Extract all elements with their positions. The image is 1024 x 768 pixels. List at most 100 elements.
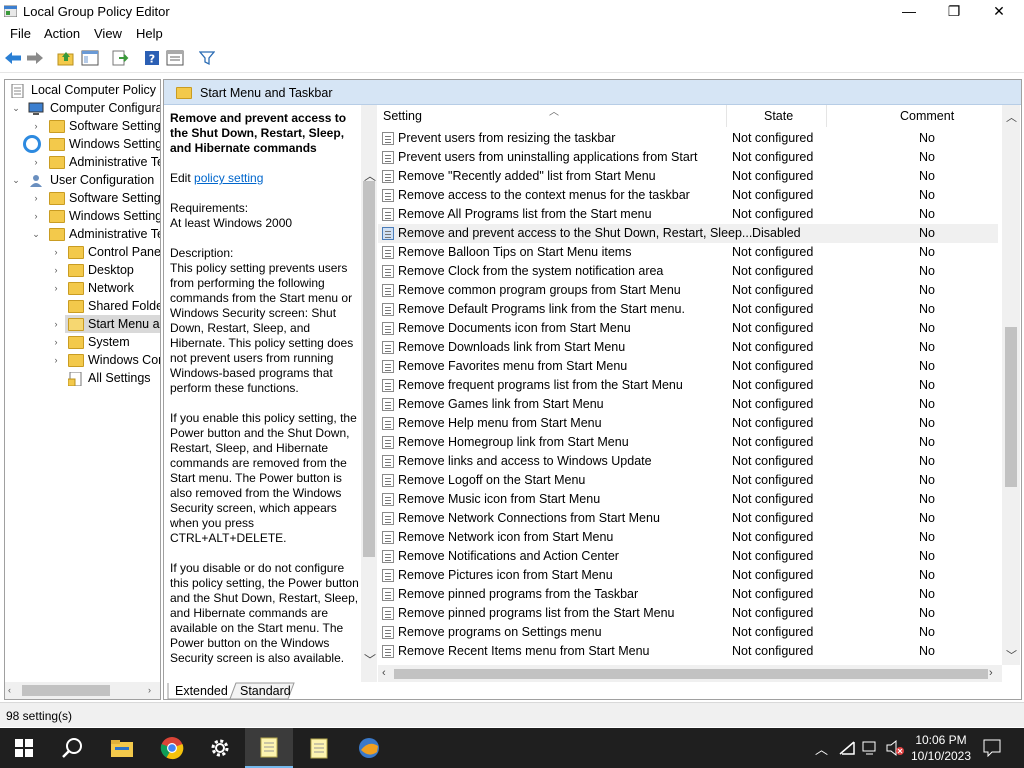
chevron-down-icon[interactable]: ⌄ (31, 225, 41, 243)
table-row[interactable]: Remove programs on Settings menu Not conf… (378, 623, 998, 642)
notification-icon[interactable] (983, 739, 1001, 760)
table-row[interactable]: Remove Logoff on the Start Menu Not confi… (378, 471, 998, 490)
export-list-icon[interactable] (110, 48, 130, 68)
table-row[interactable]: Remove "Recently added" list from Start … (378, 167, 998, 186)
scrollbar-thumb[interactable] (1005, 327, 1017, 487)
maximize-button[interactable]: ❐ (931, 0, 977, 23)
tree-cc-software-settings[interactable]: › Software Settings (7, 117, 160, 135)
tree-all-settings[interactable]: All Settings (7, 369, 160, 387)
table-row[interactable]: Remove and prevent access to the Shut Do… (378, 224, 998, 243)
chevron-right-icon[interactable]: › (31, 207, 41, 225)
table-row[interactable]: Prevent users from resizing the taskbar N… (378, 129, 998, 148)
table-row[interactable]: Remove links and access to Windows Updat… (378, 452, 998, 471)
tree-uc-windows-settings[interactable]: › Windows Setting (7, 207, 160, 225)
table-row[interactable]: Remove Music icon from Start Menu Not con… (378, 490, 998, 509)
chevron-up-icon[interactable]: ︿ (815, 739, 828, 758)
minimize-button[interactable]: — (886, 0, 932, 23)
table-row[interactable]: Remove Network icon from Start Menu Not c… (378, 528, 998, 547)
chevron-right-icon[interactable]: › (51, 261, 61, 279)
tree-user-configuration[interactable]: ⌄ User Configuration (7, 171, 160, 189)
tree-start-menu-and-taskbar[interactable]: › Start Menu ar (7, 315, 160, 333)
table-row[interactable]: Remove All Programs list from the Start … (378, 205, 998, 224)
chevron-right-icon[interactable]: › (51, 351, 61, 369)
system-clock[interactable]: 10:06 PM 10/10/2023 (906, 732, 976, 764)
table-row[interactable]: Remove frequent programs list from the S… (378, 376, 998, 395)
tree-computer-configuration[interactable]: ⌄ Computer Configura (7, 99, 160, 117)
tree-windows-components[interactable]: › Windows Cor (7, 351, 160, 369)
table-row[interactable]: Remove Default Programs link from the St… (378, 300, 998, 319)
close-button[interactable]: ✕ (976, 0, 1022, 23)
forward-arrow-icon[interactable] (25, 48, 45, 68)
properties-icon[interactable] (165, 48, 185, 68)
menu-file[interactable]: File (10, 26, 31, 41)
scroll-right-icon[interactable]: › (989, 667, 993, 679)
menu-action[interactable]: Action (44, 26, 80, 41)
filter-icon[interactable] (197, 48, 217, 68)
notepad-taskbar-button[interactable] (295, 728, 343, 768)
menu-view[interactable]: View (94, 26, 122, 41)
chevron-right-icon[interactable]: › (31, 153, 41, 171)
chevron-down-icon[interactable]: ⌄ (11, 99, 21, 117)
table-row[interactable]: Remove Games link from Start Menu Not con… (378, 395, 998, 414)
description-scrollbar[interactable]: ︿ ﹀ (361, 105, 377, 682)
app-taskbar-button[interactable] (345, 728, 393, 768)
chevron-right-icon[interactable]: › (51, 279, 61, 297)
scroll-down-icon[interactable]: ﹀ (364, 651, 376, 668)
gpedit-taskbar-button[interactable] (245, 728, 293, 768)
scrollbar-thumb[interactable] (394, 669, 988, 679)
column-divider[interactable] (726, 105, 727, 127)
column-divider[interactable] (826, 105, 827, 127)
tab-extended[interactable]: Extended (175, 684, 228, 698)
table-row[interactable]: Remove Homegroup link from Start Menu Not… (378, 433, 998, 452)
column-setting[interactable]: Setting (383, 109, 422, 123)
column-comment[interactable]: Comment (900, 109, 954, 123)
tab-standard[interactable]: Standard (240, 684, 291, 698)
scroll-left-icon[interactable]: ‹ (382, 667, 386, 679)
table-row[interactable]: Remove Documents icon from Start Menu Not… (378, 319, 998, 338)
table-row[interactable]: Remove Clock from the system notificatio… (378, 262, 998, 281)
show-hide-tree-icon[interactable] (80, 48, 100, 68)
tree-root-local-computer-policy[interactable]: Local Computer Policy (7, 81, 160, 99)
column-state[interactable]: State (764, 109, 793, 123)
chevron-right-icon[interactable]: › (51, 333, 61, 351)
table-row[interactable]: Remove Notifications and Action Center No… (378, 547, 998, 566)
volume-muted-icon[interactable] (885, 739, 905, 760)
table-row[interactable]: Remove pinned programs list from the Sta… (378, 604, 998, 623)
chevron-right-icon[interactable]: › (51, 315, 61, 333)
search-button[interactable] (48, 728, 96, 768)
table-row[interactable]: Remove Pictures icon from Start Menu Not … (378, 566, 998, 585)
tree-uc-administrative-templates[interactable]: ⌄ Administrative Te (7, 225, 160, 243)
up-folder-icon[interactable] (56, 48, 76, 68)
table-row[interactable]: Remove pinned programs from the Taskbar N… (378, 585, 998, 604)
scroll-down-icon[interactable]: ﹀ (1006, 647, 1017, 663)
display-icon[interactable] (862, 740, 880, 759)
chevron-right-icon[interactable]: › (31, 189, 41, 207)
settings-button[interactable] (196, 728, 244, 768)
tree-shared-folders[interactable]: Shared Folder (7, 297, 160, 315)
table-row[interactable]: Remove Network Connections from Start Me… (378, 509, 998, 528)
list-horizontal-scrollbar[interactable]: ‹ › (378, 665, 1002, 682)
tree-system[interactable]: › System (7, 333, 160, 351)
help-icon[interactable]: ? (142, 48, 162, 68)
chevron-right-icon[interactable]: › (31, 117, 41, 135)
table-row[interactable]: Remove access to the context menus for t… (378, 186, 998, 205)
menu-help[interactable]: Help (136, 26, 163, 41)
tree-cc-administrative-templates[interactable]: › Administrative Te (7, 153, 160, 171)
start-button[interactable] (0, 728, 48, 768)
tree-uc-software-settings[interactable]: › Software Settings (7, 189, 160, 207)
table-row[interactable]: Prevent users from uninstalling applicat… (378, 148, 998, 167)
tree-desktop[interactable]: › Desktop (7, 261, 160, 279)
table-row[interactable]: Remove Balloon Tips on Start Menu items N… (378, 243, 998, 262)
table-row[interactable]: Remove common program groups from Start … (378, 281, 998, 300)
table-row[interactable]: Remove Recent Items menu from Start Menu… (378, 642, 998, 661)
chevron-down-icon[interactable]: ⌄ (11, 171, 21, 189)
tree-network[interactable]: › Network (7, 279, 160, 297)
table-row[interactable]: Remove Favorites menu from Start Menu Not… (378, 357, 998, 376)
list-vertical-scrollbar[interactable]: ︿ ﹀ (1002, 105, 1020, 665)
chevron-right-icon[interactable]: › (51, 243, 61, 261)
back-arrow-icon[interactable] (3, 48, 23, 68)
scroll-up-icon[interactable]: ︿ (1006, 109, 1017, 125)
scrollbar-thumb[interactable] (363, 181, 375, 557)
table-row[interactable]: Remove Downloads link from Start Menu Not… (378, 338, 998, 357)
edit-policy-link[interactable]: policy setting (194, 171, 263, 185)
